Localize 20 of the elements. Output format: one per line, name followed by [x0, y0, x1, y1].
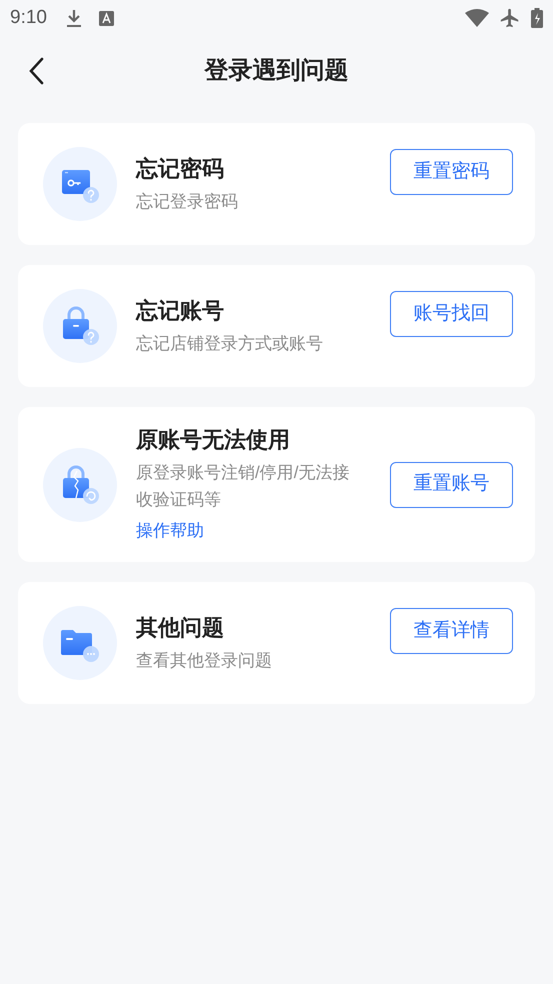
card-title: 原账号无法使用: [136, 426, 291, 454]
airplane-icon: [499, 7, 521, 29]
help-link[interactable]: 操作帮助: [136, 517, 390, 544]
card-title: 忘记密码: [136, 154, 225, 182]
card-description: 忘记店铺登录方式或账号: [136, 332, 324, 354]
action-button[interactable]: 重置账号: [390, 462, 513, 508]
wifi-icon: [465, 9, 489, 27]
card-title: 忘记账号: [136, 296, 225, 324]
card-title: 其他问题: [136, 614, 225, 642]
card-description: 原登录账号注销/停用/无法接收验证码等: [136, 462, 350, 511]
card-description: 忘记登录密码: [136, 190, 239, 212]
download-icon: [64, 8, 83, 28]
battery-icon: [531, 8, 543, 28]
status-time: 9:10: [10, 6, 47, 30]
page-title: 登录遇到问题: [204, 56, 348, 86]
action-button[interactable]: 账号找回: [390, 291, 513, 337]
card-description: 查看其他登录问题: [136, 650, 273, 672]
action-button[interactable]: 重置密码: [390, 149, 513, 195]
action-button[interactable]: 查看详情: [390, 608, 513, 654]
keyboard-icon: [98, 10, 114, 26]
